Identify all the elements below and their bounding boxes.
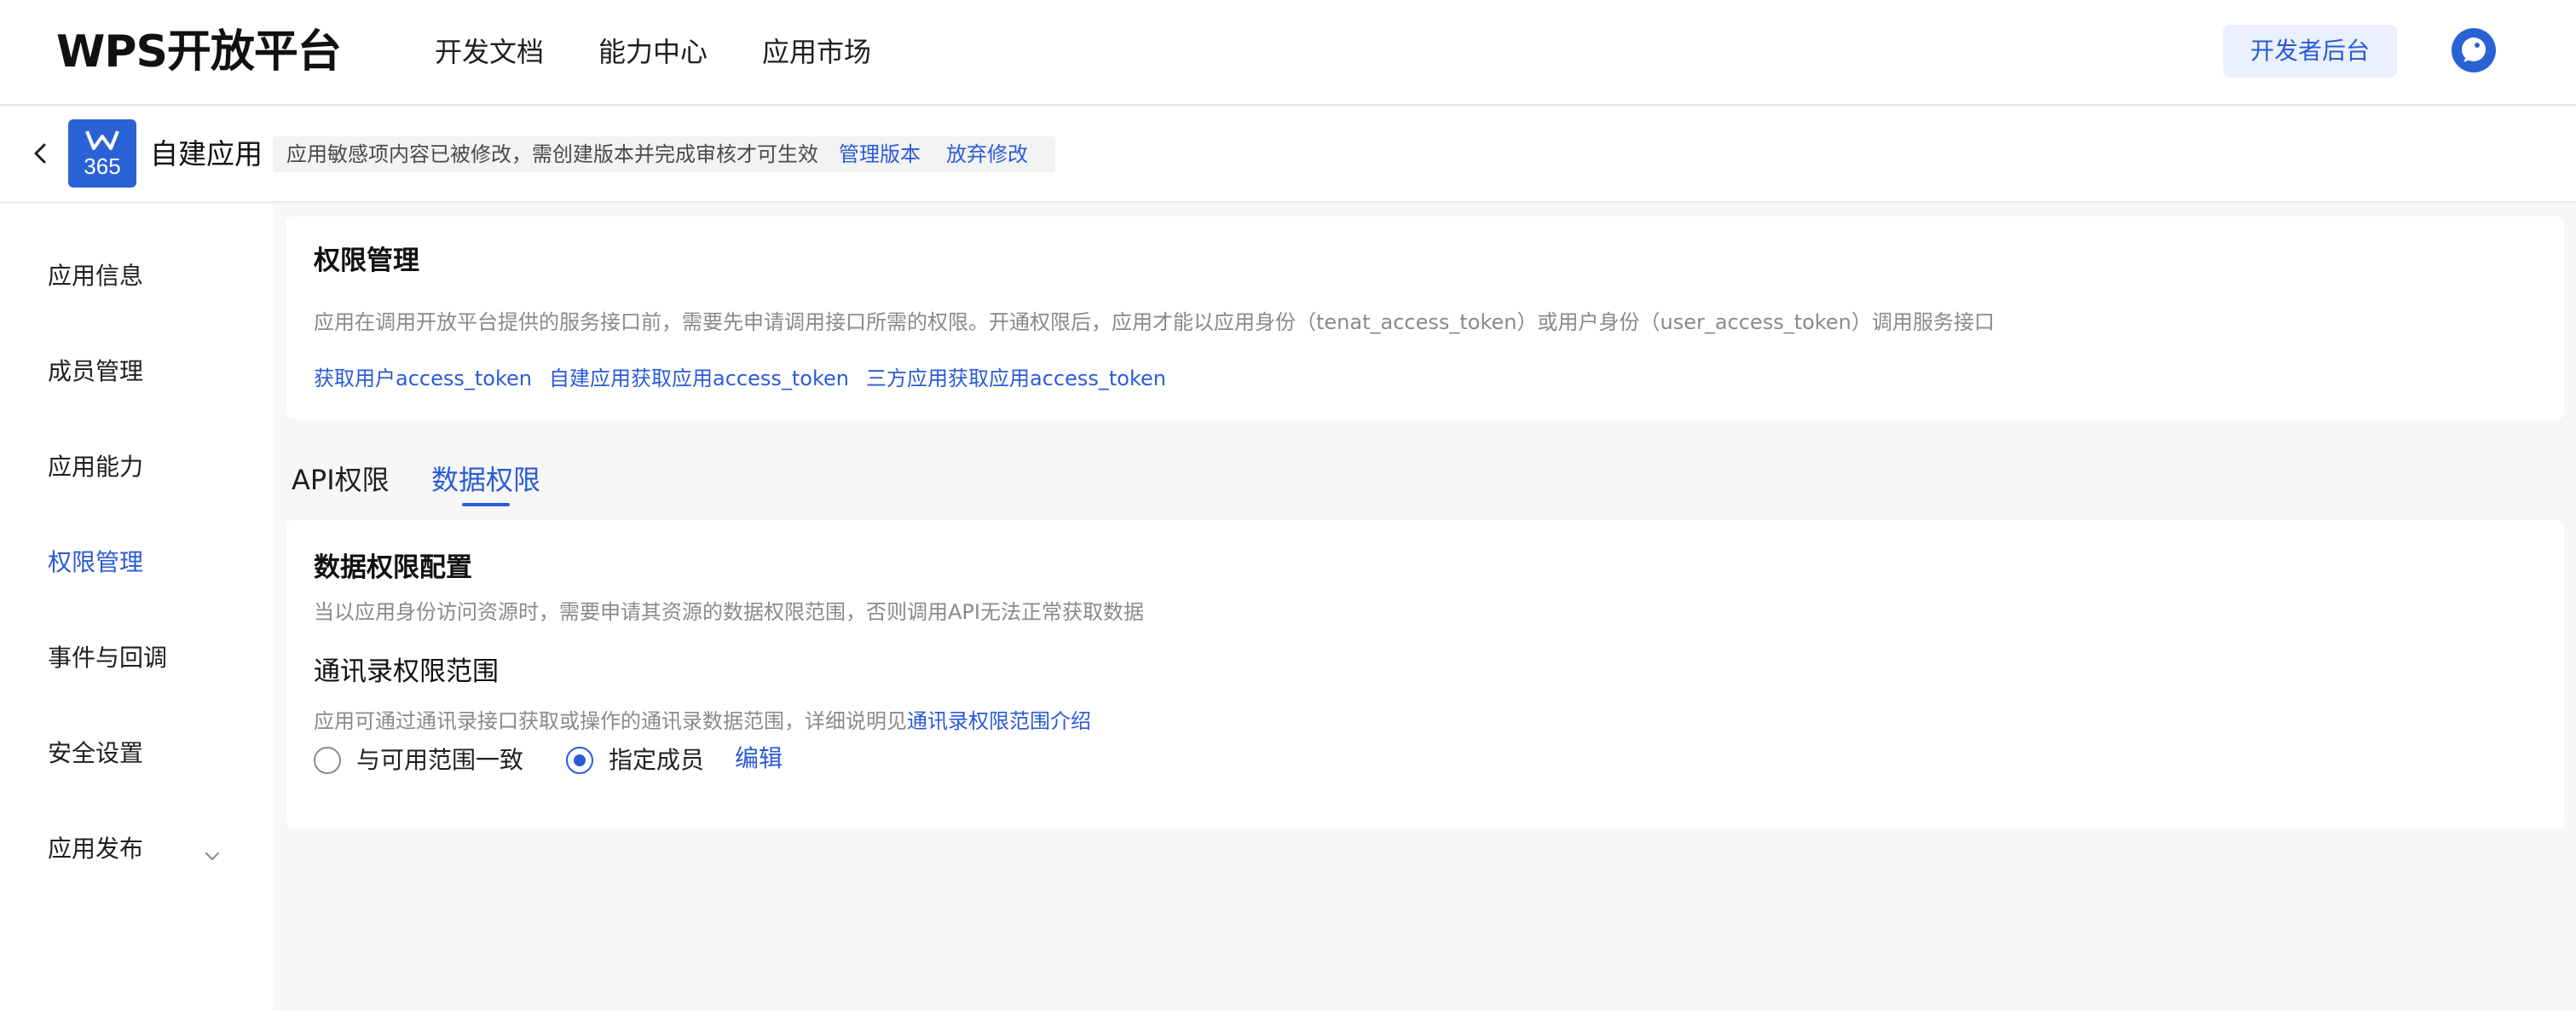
tab-api-permissions[interactable]: API权限 xyxy=(292,460,390,500)
data-permission-title: 数据权限配置 xyxy=(314,552,472,583)
sidebar-item-events[interactable]: 事件与回调 xyxy=(48,641,167,675)
active-tab-indicator xyxy=(462,503,510,506)
radio-specified-members[interactable] xyxy=(566,747,593,774)
sidebar-item-security[interactable]: 安全设置 xyxy=(48,737,143,771)
sidebar-item-app-info[interactable]: 应用信息 xyxy=(48,259,143,293)
contacts-scope-description: 应用可通过通讯录接口获取或操作的通讯录数据范围，详细说明见通讯录权限范围介绍 xyxy=(314,706,1091,737)
sidebar-item-permissions[interactable]: 权限管理 xyxy=(48,546,143,580)
app-logo: 365 xyxy=(68,119,136,188)
sidebar-item-members[interactable]: 成员管理 xyxy=(48,355,143,389)
data-permission-card: 数据权限配置 当以应用身份访问资源时，需要申请其资源的数据权限范围，否则调用AP… xyxy=(286,520,2564,829)
nav-capability-center[interactable]: 能力中心 xyxy=(598,32,708,72)
discard-changes-link[interactable]: 放弃修改 xyxy=(946,136,1028,172)
tab-data-permissions[interactable]: 数据权限 xyxy=(431,460,540,500)
nav-app-market[interactable]: 应用市场 xyxy=(762,32,871,72)
logo-text: 365 xyxy=(84,153,120,179)
sidebar-item-publish[interactable]: 应用发布 xyxy=(48,832,143,866)
back-arrow-icon[interactable] xyxy=(26,138,56,169)
app-subheader: 365 自建应用 应用敏感项内容已被修改，需创建版本并完成审核才可生效 管理版本… xyxy=(0,106,2576,203)
contacts-scope-title: 通讯录权限范围 xyxy=(314,656,499,687)
brand-logo[interactable]: WPS开放平台 xyxy=(56,24,342,80)
contacts-scope-intro-link[interactable]: 通讯录权限范围介绍 xyxy=(907,709,1091,733)
permission-title: 权限管理 xyxy=(314,246,419,276)
chevron-down-icon[interactable] xyxy=(201,846,223,868)
app-name: 自建应用 xyxy=(150,137,263,170)
contacts-scope-desc-text: 应用可通过通讯录接口获取或操作的通讯录数据范围，详细说明见 xyxy=(314,709,907,733)
notice-text: 应用敏感项内容已被修改，需创建版本并完成审核才可生效 xyxy=(286,142,818,166)
self-built-app-token-link[interactable]: 自建应用获取应用access_token xyxy=(549,363,849,394)
top-navbar: WPS开放平台 开发文档 能力中心 应用市场 开发者后台 xyxy=(0,0,2576,106)
radio-label-specified-members[interactable]: 指定成员 xyxy=(609,743,704,777)
radio-label-same-as-available-scope[interactable]: 与可用范围一致 xyxy=(356,743,523,777)
edit-members-link[interactable]: 编辑 xyxy=(735,742,783,776)
wps-365-logo-icon: 365 xyxy=(84,130,121,179)
third-party-app-token-link[interactable]: 三方应用获取应用access_token xyxy=(866,363,1166,394)
sidebar: 应用信息 成员管理 应用能力 权限管理 事件与回调 安全设置 应用发布 xyxy=(0,205,273,1011)
nav-docs[interactable]: 开发文档 xyxy=(435,32,544,72)
developer-console-button[interactable]: 开发者后台 xyxy=(2223,25,2397,78)
permission-description: 应用在调用开放平台提供的服务接口前，需要先申请调用接口所需的权限。开通权限后，应… xyxy=(314,310,1995,334)
radio-same-as-available-scope[interactable] xyxy=(314,747,341,774)
user-avatar-icon[interactable] xyxy=(2452,28,2496,72)
sidebar-item-capabilities[interactable]: 应用能力 xyxy=(48,450,143,484)
data-permission-description: 当以应用身份访问资源时，需要申请其资源的数据权限范围，否则调用API无法正常获取… xyxy=(314,600,1144,624)
manage-version-link[interactable]: 管理版本 xyxy=(839,136,921,172)
user-token-link[interactable]: 获取用户access_token xyxy=(314,363,532,394)
permission-card: 权限管理 应用在调用开放平台提供的服务接口前，需要先申请调用接口所需的权限。开通… xyxy=(286,217,2564,419)
sensitive-change-notice: 应用敏感项内容已被修改，需创建版本并完成审核才可生效 管理版本 放弃修改 xyxy=(273,136,1055,172)
